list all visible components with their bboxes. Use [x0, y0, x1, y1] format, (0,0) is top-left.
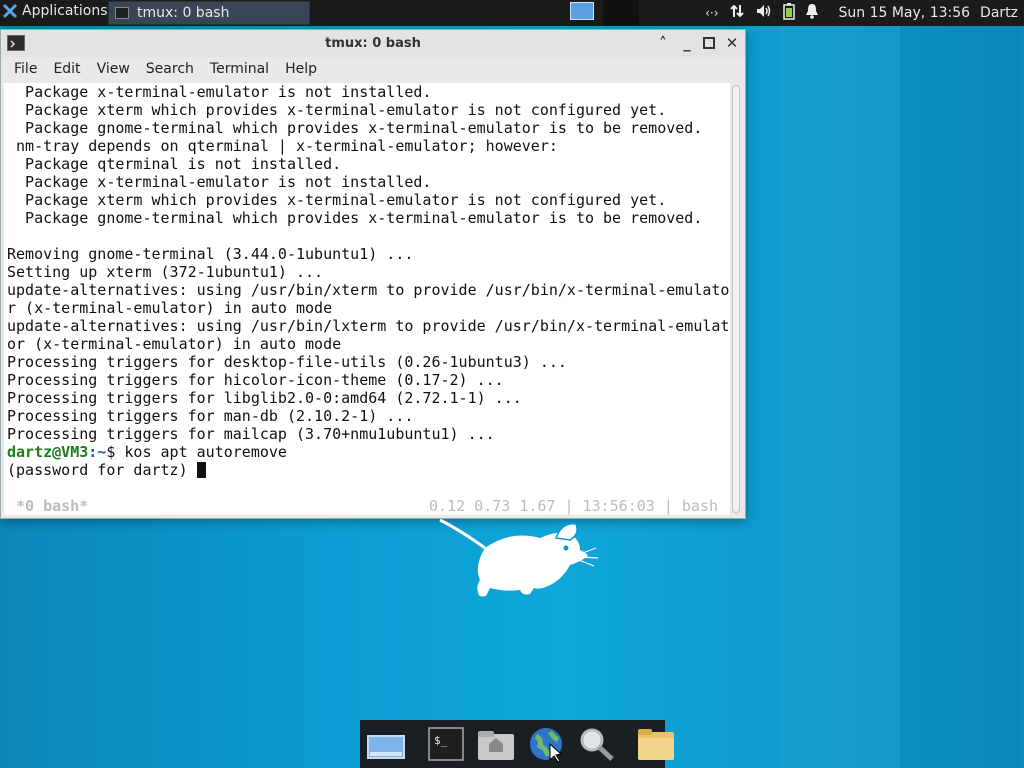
password-line: (password for dartz): [4, 461, 730, 479]
files-icon[interactable]: [636, 726, 676, 762]
menu-terminal[interactable]: Terminal: [203, 61, 276, 77]
close-button[interactable]: ✕: [722, 33, 742, 53]
terminal-line: or (x-terminal-emulator) in auto mode: [7, 335, 342, 353]
prompt-symbol: $: [106, 443, 125, 461]
terminal-icon[interactable]: $_: [426, 726, 466, 762]
top-panel: Applications ≡ tmux: 0 bash ‹·› Sun 15 M…: [0, 0, 1024, 26]
wallpaper-stripe: [900, 26, 1020, 768]
terminal-line: update-alternatives: using /usr/bin/lxte…: [7, 317, 730, 335]
terminal-line: Processing triggers for desktop-file-uti…: [7, 353, 567, 371]
minimize-button[interactable]: _: [677, 33, 697, 53]
clock[interactable]: Sun 15 May, 13:56: [839, 5, 971, 21]
workspace-2[interactable]: [603, 0, 639, 26]
xfce-mouse-icon: [2, 3, 18, 19]
applications-menu[interactable]: Applications ≡: [2, 3, 122, 19]
terminal-icon: [115, 7, 129, 19]
tmux-status-bar: *0 bash* 0.12 0.73 1.67 | 13:56:03 | bas…: [4, 497, 730, 515]
terminal-output[interactable]: Package x-terminal-emulator is not insta…: [4, 83, 730, 515]
command-text: kos apt autoremove: [124, 443, 287, 461]
xfce-mouse-logo: [439, 518, 599, 597]
prompt-user: dartz@VM3: [7, 443, 89, 461]
terminal-line: Package x-terminal-emulator is not insta…: [7, 173, 432, 191]
menu-help[interactable]: Help: [278, 61, 324, 77]
menu-file[interactable]: File: [7, 61, 44, 77]
terminal-line: Processing triggers for hicolor-icon-the…: [7, 371, 504, 389]
system-tray: ‹·› Sun 15 May, 13:56 Dartz: [705, 0, 1024, 26]
show-desktop-icon[interactable]: [366, 726, 406, 762]
terminal-line: update-alternatives: using /usr/bin/xter…: [7, 281, 730, 299]
terminal-line: Processing triggers for libglib2.0-0:amd…: [7, 389, 522, 407]
terminal-line: Setting up xterm (372-1ubuntu1) ...: [7, 263, 324, 281]
home-folder-icon[interactable]: [476, 726, 516, 762]
terminal-line: nm-tray depends on qterminal | x-termina…: [7, 137, 558, 155]
taskbar-button-tmux[interactable]: tmux: 0 bash: [108, 1, 310, 25]
web-browser-icon[interactable]: [526, 726, 566, 763]
terminal-line: Processing triggers for mailcap (3.70+nm…: [7, 425, 495, 443]
maximize-button[interactable]: [699, 33, 719, 53]
terminal-line: Processing triggers for man-db (2.10.2-1…: [7, 407, 414, 425]
menu-edit[interactable]: Edit: [46, 61, 87, 77]
user-menu[interactable]: Dartz: [980, 5, 1018, 21]
terminal-line: r (x-terminal-emulator) in auto mode: [7, 299, 333, 317]
terminal-line: Package xterm which provides x-terminal-…: [7, 101, 667, 119]
notification-icon[interactable]: [805, 3, 819, 23]
menu-view[interactable]: View: [90, 61, 137, 77]
shade-button[interactable]: ˄: [653, 33, 673, 53]
terminal-line: Package gnome-terminal which provides x-…: [7, 209, 703, 227]
network-wired-icon[interactable]: ‹·›: [705, 6, 718, 20]
tmux-window-label[interactable]: *0 bash*: [16, 497, 88, 515]
dock: $_: [360, 720, 674, 768]
prompt-line: dartz@VM3:~$ kos apt autoremove: [4, 443, 730, 461]
terminal-line: Package x-terminal-emulator is not insta…: [7, 83, 432, 101]
scrollbar[interactable]: [732, 85, 740, 513]
text-cursor: [196, 462, 206, 478]
taskbar-button-label: tmux: 0 bash: [137, 5, 230, 21]
applications-label: Applications: [22, 3, 108, 19]
workspace-1[interactable]: [570, 2, 594, 20]
terminal-line: Package gnome-terminal which provides x-…: [7, 119, 703, 137]
password-prompt: (password for dartz): [7, 461, 197, 479]
window-title: tmux: 0 bash: [325, 36, 421, 51]
window-titlebar[interactable]: tmux: 0 bash ˄ _ ✕: [1, 30, 745, 57]
volume-icon[interactable]: [755, 3, 773, 23]
network-icon[interactable]: [729, 3, 745, 23]
terminal-line: Package xterm which provides x-terminal-…: [7, 191, 667, 209]
svg-text:$_: $_: [434, 734, 448, 747]
terminal-line: Removing gnome-terminal (3.44.0-1ubuntu1…: [7, 245, 414, 263]
menu-search[interactable]: Search: [139, 61, 201, 77]
terminal-line: Package qterminal is not installed.: [7, 155, 342, 173]
menubar: File Edit View Search Terminal Help: [1, 57, 745, 81]
terminal-text: Package x-terminal-emulator is not insta…: [4, 83, 730, 443]
battery-icon[interactable]: [782, 2, 795, 24]
search-icon[interactable]: [576, 726, 616, 762]
prompt-path: :~: [88, 443, 107, 461]
wallpaper-stripe: [780, 26, 900, 768]
terminal-window: tmux: 0 bash ˄ _ ✕ File Edit View Search…: [0, 29, 746, 519]
